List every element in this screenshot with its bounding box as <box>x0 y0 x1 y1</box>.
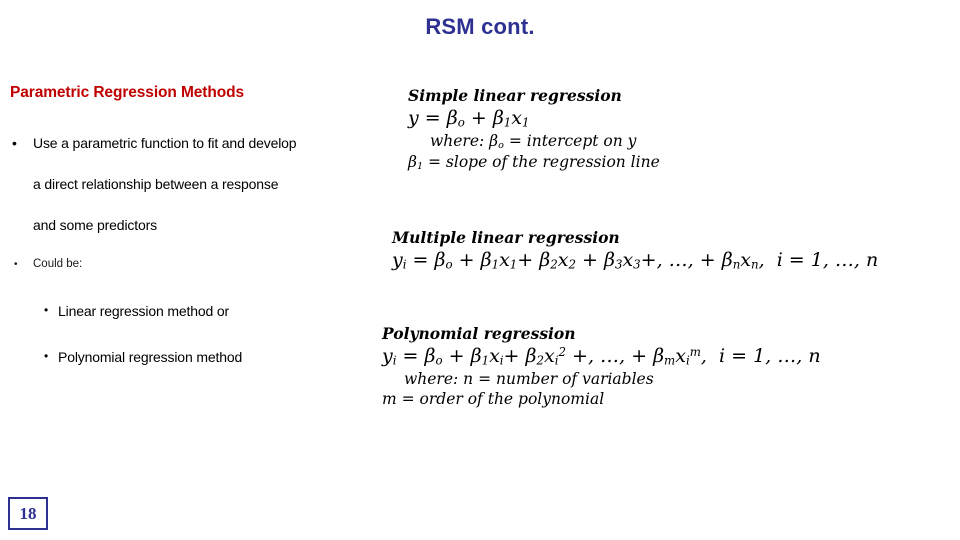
list-item-label: a direct relationship between a response <box>33 176 279 192</box>
formula-equation: yi = βo + β1x1+ β2x2 + β3x3+, …, + βnxn,… <box>392 249 879 272</box>
formula-equation: y = βo + β1x1 <box>408 107 530 130</box>
formula-block-multiple-linear-regression: Multiple linear regression yi = βo + β1x… <box>392 228 878 273</box>
left-content-column: Parametric Regression Methods • Use a pa… <box>0 84 410 396</box>
list-item: • Could be: <box>0 258 410 271</box>
list-item-label: Linear regression method or <box>58 302 230 319</box>
list-item-continuation: and some predictors <box>0 218 410 232</box>
formula-block-simple-linear-regression: Simple linear regression y = βo + β1x1 w… <box>408 86 660 174</box>
list-item-label: Use a parametric function to fit and dev… <box>33 135 297 151</box>
formula-heading: Polynomial regression <box>382 324 576 343</box>
bullet-marker-icon: • <box>12 135 17 151</box>
formula-where-line-1: where: n = number of variables <box>404 369 654 388</box>
formula-heading: Simple linear regression <box>408 86 622 105</box>
bullet-marker-icon: • <box>44 348 49 363</box>
list-item: • Use a parametric function to fit and d… <box>0 136 410 150</box>
bullet-marker-icon: • <box>44 302 49 317</box>
list-item: • Polynomial regression method <box>0 350 410 364</box>
section-heading: Parametric Regression Methods <box>10 84 244 101</box>
formula-heading: Multiple linear regression <box>392 228 620 247</box>
formula-block-polynomial-regression: Polynomial regression yi = βo + β1xi+ β2… <box>382 324 821 409</box>
page-number-badge: 18 <box>8 497 48 530</box>
list-item-label: and some predictors <box>33 217 157 233</box>
slide-canvas: RSM cont. Parametric Regression Methods … <box>0 0 960 540</box>
formula-equation: yi = βo + β1xi+ β2xi2 +, …, + βmxim, i =… <box>382 345 821 368</box>
formula-where-line-2: β1 = slope of the regression line <box>408 153 660 173</box>
list-item: • Linear regression method or <box>0 304 410 318</box>
formula-where-line-1: where: βo = intercept on y <box>430 131 637 151</box>
bullet-marker-icon: • <box>14 259 18 270</box>
list-item-continuation: a direct relationship between a response <box>0 177 410 191</box>
list-item-label: Polynomial regression method <box>58 348 243 365</box>
formula-where-line-2: m = order of the polynomial <box>382 390 605 409</box>
page-title: RSM cont. <box>425 14 535 39</box>
list-item-label: Could be: <box>33 258 83 270</box>
